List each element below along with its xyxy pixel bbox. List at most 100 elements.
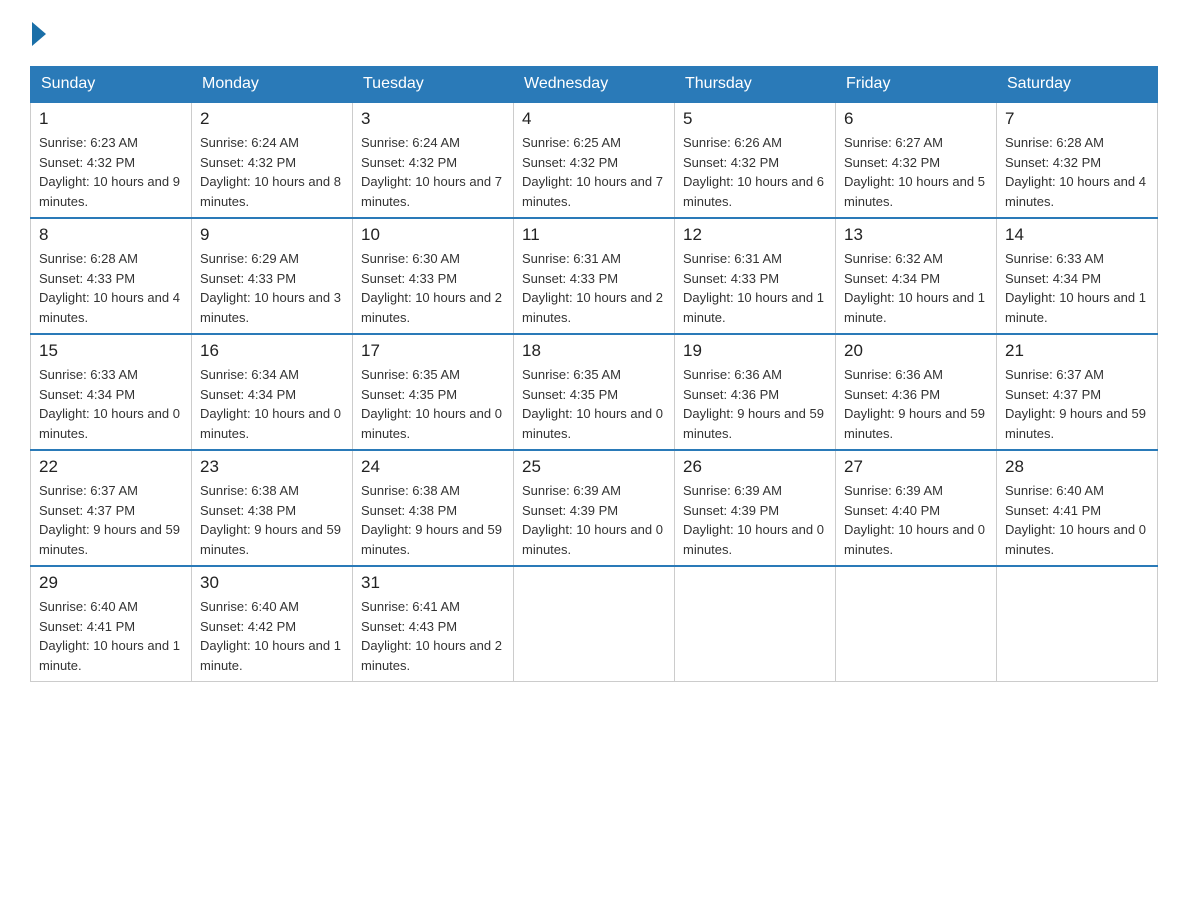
- table-row: 25 Sunrise: 6:39 AM Sunset: 4:39 PM Dayl…: [514, 450, 675, 566]
- day-number: 11: [522, 225, 666, 245]
- sunrise-text: Sunrise: 6:31 AM: [683, 251, 782, 266]
- daylight-text: Daylight: 10 hours and 0 minutes.: [683, 522, 824, 557]
- sunrise-text: Sunrise: 6:27 AM: [844, 135, 943, 150]
- sunset-text: Sunset: 4:42 PM: [200, 619, 296, 634]
- sunrise-text: Sunrise: 6:36 AM: [683, 367, 782, 382]
- table-row: 3 Sunrise: 6:24 AM Sunset: 4:32 PM Dayli…: [353, 102, 514, 218]
- day-info: Sunrise: 6:25 AM Sunset: 4:32 PM Dayligh…: [522, 133, 666, 211]
- table-row: 23 Sunrise: 6:38 AM Sunset: 4:38 PM Dayl…: [192, 450, 353, 566]
- table-row: 12 Sunrise: 6:31 AM Sunset: 4:33 PM Dayl…: [675, 218, 836, 334]
- sunrise-text: Sunrise: 6:28 AM: [1005, 135, 1104, 150]
- table-row: 18 Sunrise: 6:35 AM Sunset: 4:35 PM Dayl…: [514, 334, 675, 450]
- table-row: [514, 566, 675, 682]
- day-number: 2: [200, 109, 344, 129]
- day-info: Sunrise: 6:37 AM Sunset: 4:37 PM Dayligh…: [39, 481, 183, 559]
- header-monday: Monday: [192, 67, 353, 103]
- day-info: Sunrise: 6:33 AM Sunset: 4:34 PM Dayligh…: [39, 365, 183, 443]
- calendar-week-row: 22 Sunrise: 6:37 AM Sunset: 4:37 PM Dayl…: [31, 450, 1158, 566]
- daylight-text: Daylight: 10 hours and 1 minute.: [683, 290, 824, 325]
- sunset-text: Sunset: 4:32 PM: [39, 155, 135, 170]
- sunset-text: Sunset: 4:33 PM: [683, 271, 779, 286]
- header-wednesday: Wednesday: [514, 67, 675, 103]
- sunrise-text: Sunrise: 6:24 AM: [361, 135, 460, 150]
- table-row: 2 Sunrise: 6:24 AM Sunset: 4:32 PM Dayli…: [192, 102, 353, 218]
- sunset-text: Sunset: 4:34 PM: [844, 271, 940, 286]
- header-friday: Friday: [836, 67, 997, 103]
- day-number: 21: [1005, 341, 1149, 361]
- sunset-text: Sunset: 4:41 PM: [39, 619, 135, 634]
- daylight-text: Daylight: 10 hours and 2 minutes.: [361, 638, 502, 673]
- daylight-text: Daylight: 9 hours and 59 minutes.: [39, 522, 180, 557]
- day-info: Sunrise: 6:40 AM Sunset: 4:41 PM Dayligh…: [39, 597, 183, 675]
- table-row: 9 Sunrise: 6:29 AM Sunset: 4:33 PM Dayli…: [192, 218, 353, 334]
- day-number: 20: [844, 341, 988, 361]
- daylight-text: Daylight: 10 hours and 0 minutes.: [361, 406, 502, 441]
- day-info: Sunrise: 6:39 AM Sunset: 4:39 PM Dayligh…: [522, 481, 666, 559]
- day-number: 15: [39, 341, 183, 361]
- daylight-text: Daylight: 10 hours and 0 minutes.: [522, 522, 663, 557]
- sunset-text: Sunset: 4:37 PM: [1005, 387, 1101, 402]
- daylight-text: Daylight: 10 hours and 7 minutes.: [361, 174, 502, 209]
- sunset-text: Sunset: 4:36 PM: [844, 387, 940, 402]
- day-number: 13: [844, 225, 988, 245]
- daylight-text: Daylight: 9 hours and 59 minutes.: [200, 522, 341, 557]
- sunrise-text: Sunrise: 6:24 AM: [200, 135, 299, 150]
- sunrise-text: Sunrise: 6:36 AM: [844, 367, 943, 382]
- day-number: 14: [1005, 225, 1149, 245]
- day-info: Sunrise: 6:35 AM Sunset: 4:35 PM Dayligh…: [522, 365, 666, 443]
- table-row: 8 Sunrise: 6:28 AM Sunset: 4:33 PM Dayli…: [31, 218, 192, 334]
- day-number: 28: [1005, 457, 1149, 477]
- day-info: Sunrise: 6:24 AM Sunset: 4:32 PM Dayligh…: [361, 133, 505, 211]
- table-row: 14 Sunrise: 6:33 AM Sunset: 4:34 PM Dayl…: [997, 218, 1158, 334]
- daylight-text: Daylight: 10 hours and 4 minutes.: [1005, 174, 1146, 209]
- sunset-text: Sunset: 4:33 PM: [361, 271, 457, 286]
- day-info: Sunrise: 6:33 AM Sunset: 4:34 PM Dayligh…: [1005, 249, 1149, 327]
- day-number: 10: [361, 225, 505, 245]
- sunrise-text: Sunrise: 6:39 AM: [522, 483, 621, 498]
- header-thursday: Thursday: [675, 67, 836, 103]
- day-info: Sunrise: 6:27 AM Sunset: 4:32 PM Dayligh…: [844, 133, 988, 211]
- sunrise-text: Sunrise: 6:40 AM: [1005, 483, 1104, 498]
- sunset-text: Sunset: 4:35 PM: [522, 387, 618, 402]
- table-row: 29 Sunrise: 6:40 AM Sunset: 4:41 PM Dayl…: [31, 566, 192, 682]
- sunset-text: Sunset: 4:39 PM: [522, 503, 618, 518]
- calendar-week-row: 1 Sunrise: 6:23 AM Sunset: 4:32 PM Dayli…: [31, 102, 1158, 218]
- sunrise-text: Sunrise: 6:35 AM: [522, 367, 621, 382]
- day-number: 16: [200, 341, 344, 361]
- daylight-text: Daylight: 10 hours and 1 minute.: [1005, 290, 1146, 325]
- day-number: 24: [361, 457, 505, 477]
- table-row: [675, 566, 836, 682]
- sunrise-text: Sunrise: 6:38 AM: [200, 483, 299, 498]
- day-number: 4: [522, 109, 666, 129]
- day-info: Sunrise: 6:28 AM Sunset: 4:32 PM Dayligh…: [1005, 133, 1149, 211]
- table-row: 15 Sunrise: 6:33 AM Sunset: 4:34 PM Dayl…: [31, 334, 192, 450]
- sunrise-text: Sunrise: 6:35 AM: [361, 367, 460, 382]
- sunset-text: Sunset: 4:33 PM: [200, 271, 296, 286]
- table-row: 21 Sunrise: 6:37 AM Sunset: 4:37 PM Dayl…: [997, 334, 1158, 450]
- table-row: 31 Sunrise: 6:41 AM Sunset: 4:43 PM Dayl…: [353, 566, 514, 682]
- daylight-text: Daylight: 10 hours and 7 minutes.: [522, 174, 663, 209]
- sunset-text: Sunset: 4:33 PM: [39, 271, 135, 286]
- day-number: 31: [361, 573, 505, 593]
- day-info: Sunrise: 6:24 AM Sunset: 4:32 PM Dayligh…: [200, 133, 344, 211]
- sunset-text: Sunset: 4:40 PM: [844, 503, 940, 518]
- day-info: Sunrise: 6:40 AM Sunset: 4:42 PM Dayligh…: [200, 597, 344, 675]
- day-info: Sunrise: 6:39 AM Sunset: 4:39 PM Dayligh…: [683, 481, 827, 559]
- sunrise-text: Sunrise: 6:30 AM: [361, 251, 460, 266]
- sunrise-text: Sunrise: 6:37 AM: [39, 483, 138, 498]
- day-number: 19: [683, 341, 827, 361]
- sunset-text: Sunset: 4:37 PM: [39, 503, 135, 518]
- sunrise-text: Sunrise: 6:33 AM: [39, 367, 138, 382]
- day-number: 27: [844, 457, 988, 477]
- sunset-text: Sunset: 4:32 PM: [522, 155, 618, 170]
- sunset-text: Sunset: 4:43 PM: [361, 619, 457, 634]
- daylight-text: Daylight: 10 hours and 3 minutes.: [200, 290, 341, 325]
- table-row: 10 Sunrise: 6:30 AM Sunset: 4:33 PM Dayl…: [353, 218, 514, 334]
- logo-arrow-icon: [32, 22, 46, 46]
- sunrise-text: Sunrise: 6:29 AM: [200, 251, 299, 266]
- daylight-text: Daylight: 10 hours and 6 minutes.: [683, 174, 824, 209]
- sunset-text: Sunset: 4:34 PM: [39, 387, 135, 402]
- calendar-table: Sunday Monday Tuesday Wednesday Thursday…: [30, 66, 1158, 682]
- daylight-text: Daylight: 10 hours and 1 minute.: [200, 638, 341, 673]
- day-number: 12: [683, 225, 827, 245]
